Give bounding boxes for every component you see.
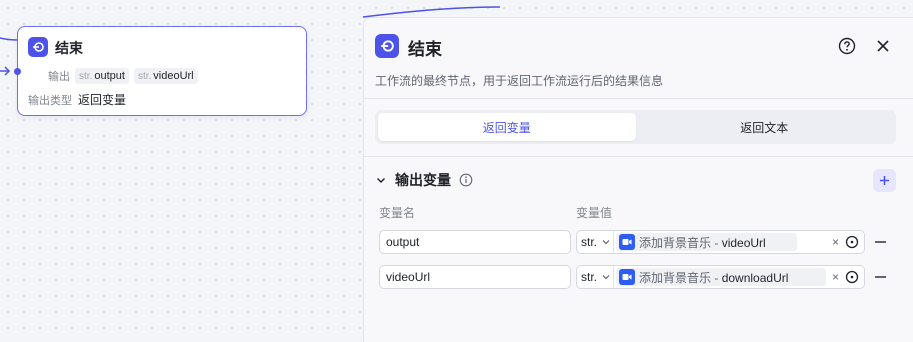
divider [364,98,913,99]
type-select-value: str. [581,235,598,249]
chip-type: str. [137,70,152,82]
type-select[interactable]: str. [581,270,611,284]
variable-value-field[interactable]: str. 添加背景音乐 - downloadUrl × [576,265,865,289]
section-title: 输出变量 [395,172,451,188]
reference-label: 添加背景音乐 - downloadUrl [639,269,788,286]
output-mode-tabs: 返回变量 返回文本 [375,110,896,144]
node-output-chip: str. videoUrl [133,68,198,84]
target-icon[interactable] [845,235,859,249]
node-output-chip: str. output [75,68,129,84]
reference-variable: downloadUrl [721,270,789,285]
variable-name-input[interactable] [379,265,571,289]
clear-icon[interactable]: × [832,235,839,249]
chevron-down-icon[interactable] [375,174,387,186]
variable-reference-chip[interactable]: 添加背景音乐 - videoUrl [616,233,797,251]
plus-icon [880,176,889,185]
node-config-panel: 结束 工作流的最终节点，用于返回工作流运行后的结果信息 返回变量 返回文本 输出… [363,17,913,342]
chevron-down-icon [602,240,610,245]
end-node-icon [28,37,48,57]
end-node-card[interactable]: 结束 输出 str. output str. videoUrl 输出类型 返回变… [14,26,307,116]
divider [613,231,614,253]
output-variables-header[interactable]: 输出变量 [375,170,473,190]
panel-title: 结束 [408,40,442,59]
node-output-type-label: 输出类型 [28,94,72,107]
video-icon [619,269,635,285]
node-output-label: 输出 [48,71,70,83]
add-variable-button[interactable] [873,169,896,192]
chip-name: videoUrl [153,70,194,82]
type-select-value: str. [581,270,598,284]
reference-variable: videoUrl [721,235,766,250]
tab-return-text[interactable]: 返回文本 [636,113,894,141]
reference-separator: - [711,270,722,285]
node-output-row: 输出 str. output str. videoUrl [48,68,198,84]
chevron-down-icon [602,275,610,280]
video-icon [619,234,635,250]
variable-reference-chip[interactable]: 添加背景音乐 - downloadUrl [616,268,826,286]
node-output-type-value: 返回变量 [78,93,127,107]
clear-icon[interactable]: × [832,270,839,284]
variable-name-input[interactable] [379,230,571,254]
column-header-name: 变量名 [379,206,416,220]
chip-name: output [94,70,125,82]
reference-node: 添加背景音乐 [639,270,712,285]
target-icon[interactable] [845,270,859,284]
divider [613,266,614,288]
remove-variable-button[interactable] [875,241,886,243]
help-icon[interactable] [838,37,856,55]
node-input-port[interactable] [14,68,21,75]
variable-row: str. 添加背景音乐 - downloadUrl × [379,265,899,289]
remove-variable-button[interactable] [875,276,886,278]
variable-row: str. 添加背景音乐 - videoUrl × [379,230,899,254]
reference-separator: - [711,235,722,250]
chip-type: str. [79,70,93,82]
type-select[interactable]: str. [581,235,611,249]
info-icon[interactable] [459,173,473,187]
divider [364,156,913,157]
column-header-value: 变量值 [576,206,613,220]
variable-value-field[interactable]: str. 添加背景音乐 - videoUrl × [576,230,865,254]
close-icon[interactable] [874,37,892,55]
reference-label: 添加背景音乐 - videoUrl [639,234,766,251]
end-node-icon [375,34,399,58]
reference-node: 添加背景音乐 [639,235,712,250]
tab-return-variables[interactable]: 返回变量 [378,113,636,141]
panel-description: 工作流的最终节点，用于返回工作流运行后的结果信息 [375,74,664,88]
node-output-type-row: 输出类型 返回变量 [28,91,126,108]
node-title: 结束 [55,40,83,56]
